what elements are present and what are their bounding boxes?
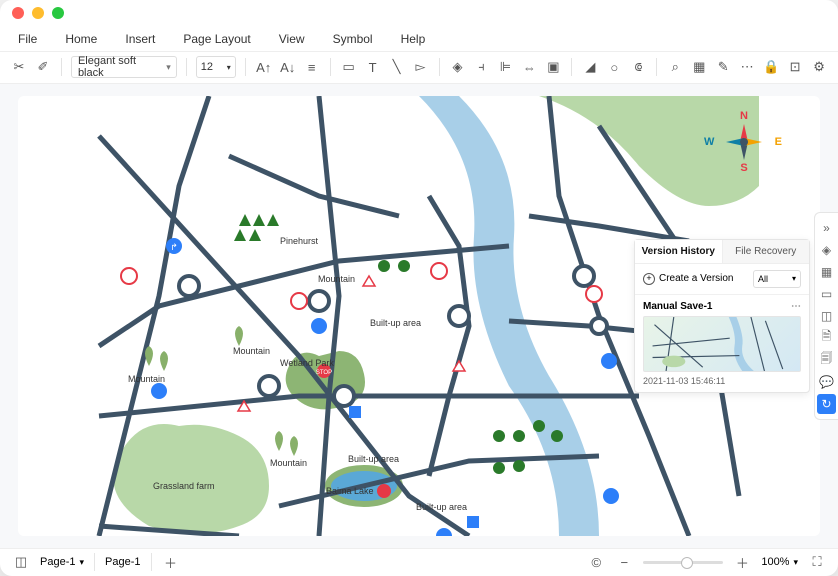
label-wetland: Wetland Park [280, 358, 334, 368]
tab-version-history[interactable]: Version History [635, 240, 723, 263]
menu-home[interactable]: Home [65, 32, 97, 46]
label-builtup-2: Built-up area [348, 454, 399, 464]
compass-e: E [775, 136, 782, 148]
menubar: File Home Insert Page Layout View Symbol… [0, 27, 838, 52]
version-filter-select[interactable]: All▾ [753, 270, 801, 288]
menu-help[interactable]: Help [401, 32, 426, 46]
label-grassland: Grassland farm [153, 481, 215, 491]
compass-w: W [704, 136, 714, 148]
river-shape [419, 96, 599, 536]
label-mountain-3: Mountain [128, 374, 165, 384]
label-mountain-1: Mountain [318, 274, 355, 284]
zoom-out-button[interactable]: − [615, 553, 633, 571]
dock-comment-icon[interactable]: 💬 [815, 371, 838, 393]
compass: N S E W [716, 114, 772, 170]
version-panel: Version History File Recovery +Create a … [634, 239, 810, 393]
table-button[interactable]: ▦ [690, 58, 708, 76]
label-builtup-1: Built-up area [370, 318, 421, 328]
font-select[interactable]: Elegant soft black [71, 56, 177, 78]
page-tab-1[interactable]: Page-1 [94, 553, 151, 571]
menu-page-layout[interactable]: Page Layout [183, 32, 250, 46]
fullscreen-button[interactable]: ⛶ [808, 553, 826, 571]
page-select[interactable]: Page-1▾ [40, 556, 84, 568]
titlebar [0, 0, 838, 27]
tab-file-recovery[interactable]: File Recovery [723, 240, 810, 263]
menu-symbol[interactable]: Symbol [333, 32, 373, 46]
label-pinehurst: Pinehurst [280, 236, 318, 246]
compass-n: N [740, 110, 748, 122]
menu-insert[interactable]: Insert [125, 32, 155, 46]
dock-history-icon[interactable]: ↻ [817, 394, 836, 414]
font-size-select[interactable]: 12▾ [196, 56, 236, 78]
add-page-button[interactable]: ＋ [162, 553, 180, 571]
pointer-tool[interactable]: ▻ [412, 58, 430, 76]
search-button[interactable]: ⌕ [666, 58, 684, 76]
line-style-button[interactable]: ⋯ [738, 58, 756, 76]
statusbar: ◫ Page-1▾ Page-1 ＋ © − ＋ 100%▾ ⛶ [0, 548, 838, 576]
zoom-in-button[interactable]: ＋ [733, 553, 751, 571]
dock-page-icon[interactable]: 🗎 [815, 327, 838, 349]
flip-button[interactable]: ⇔ [520, 58, 538, 76]
cut-button[interactable]: ✂ [10, 58, 28, 76]
dock-collapse-icon[interactable]: » [815, 217, 838, 239]
more-button[interactable]: ⚙ [810, 58, 828, 76]
label-lake: Baima Lake [326, 486, 374, 496]
align-left-button[interactable]: ⫞ [473, 58, 491, 76]
pen-button[interactable]: ✎ [714, 58, 732, 76]
grassland-shape [113, 424, 269, 534]
svg-text:STOP: STOP [316, 370, 332, 376]
zoom-slider[interactable] [643, 561, 723, 564]
toolbar: ✂ ✐ Elegant soft black 12▾ A↑ A↓ ≡ ▭ T ╲… [0, 51, 838, 83]
menu-file[interactable]: File [18, 32, 37, 46]
crop-button[interactable]: ⟃ [629, 58, 647, 76]
shape-button[interactable]: ○ [605, 58, 623, 76]
label-builtup-3: Built-up area [416, 502, 467, 512]
layer-button[interactable]: ◈ [449, 58, 467, 76]
dock-layer-icon[interactable]: ◫ [815, 305, 838, 327]
zoom-level[interactable]: 100%▾ [761, 556, 798, 568]
increase-font-button[interactable]: A↑ [255, 58, 273, 76]
minimize-window-button[interactable] [32, 7, 44, 19]
version-thumbnail [643, 316, 801, 372]
line-tool[interactable]: ╲ [388, 58, 406, 76]
dock-image-icon[interactable]: ▦ [815, 261, 838, 283]
close-window-button[interactable] [12, 7, 24, 19]
group-button[interactable]: ⊡ [786, 58, 804, 76]
pages-icon[interactable]: ◫ [12, 553, 30, 571]
align-button[interactable]: ⊫ [496, 58, 514, 76]
cc-icon[interactable]: © [587, 553, 605, 571]
version-date: 2021-11-03 15:46:11 [643, 376, 801, 386]
dock-shape-icon[interactable]: ▭ [815, 283, 838, 305]
menu-view[interactable]: View [279, 32, 305, 46]
rectangle-tool[interactable]: ▭ [340, 58, 358, 76]
version-menu-icon[interactable]: ⋯ [791, 301, 801, 312]
version-name: Manual Save-1 [643, 301, 712, 312]
lock-button[interactable]: 🔒 [762, 58, 780, 76]
label-mountain-4: Mountain [270, 458, 307, 468]
version-item[interactable]: Manual Save-1 ⋯ 2021-11-03 15:46:11 [635, 295, 809, 392]
label-mountain-2: Mountain [233, 346, 270, 356]
app-window: File Home Insert Page Layout View Symbol… [0, 0, 838, 576]
decrease-font-button[interactable]: A↓ [279, 58, 297, 76]
dock-theme-icon[interactable]: ◈ [815, 239, 838, 261]
distribute-button[interactable]: ▣ [544, 58, 562, 76]
text-align-button[interactable]: ≡ [303, 58, 321, 76]
create-version-button[interactable]: +Create a Version [643, 273, 734, 285]
maximize-window-button[interactable] [52, 7, 64, 19]
svg-text:↱: ↱ [170, 242, 178, 252]
dock-data-icon[interactable]: 🗐 [815, 349, 838, 371]
text-tool[interactable]: T [364, 58, 382, 76]
canvas-area: ↱ STOP [0, 84, 838, 548]
compass-s: S [740, 162, 747, 174]
format-painter-button[interactable]: ✐ [34, 58, 52, 76]
side-dock: » ◈ ▦ ▭ ◫ 🗎 🗐 💬 ↻ [814, 212, 838, 420]
fill-color-button[interactable]: ◢ [581, 58, 599, 76]
